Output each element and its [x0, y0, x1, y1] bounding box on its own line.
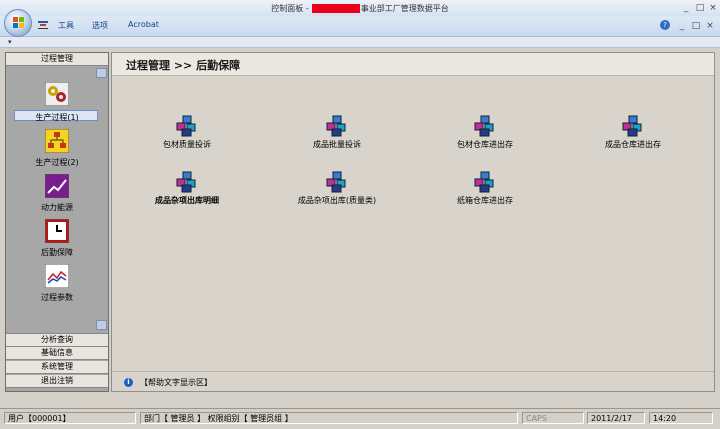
tile-label: 包材质量投诉: [163, 140, 211, 149]
tile-5[interactable]: 成品杂项出库(质量类): [282, 171, 392, 211]
maximize-button[interactable]: □: [694, 2, 706, 14]
nav-item-production-1[interactable]: 生产过程(1): [6, 112, 108, 123]
tile-2[interactable]: 包材仓库进出存: [430, 115, 540, 155]
customize-arrow-icon[interactable]: ▾: [8, 38, 12, 46]
gears-icon[interactable]: [44, 81, 70, 107]
info-icon: i: [124, 378, 133, 387]
main-panel: 过程管理 >> 后勤保障 包材质量投诉 成品批量投诉 包材仓库进出存 成品仓库进出存成…: [111, 52, 715, 392]
clock-icon[interactable]: [44, 218, 70, 244]
status-caps: CAPS: [522, 412, 584, 424]
tile-1[interactable]: 成品批量投诉: [282, 115, 392, 155]
tile-label: 成品批量投诉: [313, 140, 361, 149]
nav-section-basic-info[interactable]: 基础信息: [6, 347, 108, 360]
tile-label: 纸箱仓库进出存: [457, 196, 513, 205]
status-bar: 用户【000001】 部门【 管理员 】 权限组别【 管理员组 】 CAPS 2…: [0, 408, 720, 429]
tile-6[interactable]: 纸箱仓库进出存: [430, 171, 540, 211]
title-bar: 控制面板 - 事业部工厂管理数据平台 _ □ ×: [0, 0, 720, 17]
cubes-icon: [176, 171, 196, 193]
main-header: 过程管理 >> 后勤保障: [112, 53, 714, 76]
tile-label: 成品杂项出库(质量类): [297, 196, 377, 205]
status-time: 14:20: [649, 412, 713, 424]
ribbon-minimize-button[interactable]: _: [676, 20, 688, 32]
cubes-icon: [326, 171, 346, 193]
nav-item-energy[interactable]: 动力能源: [6, 202, 108, 213]
help-icon[interactable]: ?: [660, 20, 670, 30]
office-button[interactable]: [4, 9, 32, 37]
window-title-prefix: 控制面板 -: [271, 4, 309, 13]
help-text: 【帮助文字显示区】: [140, 378, 212, 387]
status-department: 部门【 管理员 】 权限组别【 管理员组 】: [140, 412, 518, 424]
nav-section-analysis[interactable]: 分析查询: [6, 333, 108, 347]
ribbon-restore-button[interactable]: □: [690, 20, 702, 32]
navigation-pane: 过程管理 生产过程(1) 生产过程(2) 动力能源 后勤保障 过程参数 分析查询…: [5, 52, 109, 392]
quick-access-icon[interactable]: [36, 18, 50, 32]
tile-4[interactable]: 成品杂项出库明细: [132, 171, 242, 211]
status-date: 2011/2/17: [587, 412, 645, 424]
office-logo-icon: [13, 17, 24, 28]
window-title: 控制面板 - 事业部工厂管理数据平台: [0, 3, 720, 14]
nav-section-logout[interactable]: 退出注销: [6, 375, 108, 388]
menu-tools[interactable]: 工具: [58, 20, 74, 31]
nav-header[interactable]: 过程管理: [6, 53, 108, 66]
breadcrumb: 过程管理 >> 后勤保障: [126, 59, 241, 72]
tile-label: 成品仓库进出存: [605, 140, 661, 149]
nav-item-production-2[interactable]: 生产过程(2): [6, 157, 108, 168]
cubes-icon: [326, 115, 346, 137]
tile-0[interactable]: 包材质量投诉: [132, 115, 242, 155]
ribbon-close-button[interactable]: ×: [704, 20, 716, 32]
menu-bar: 工具 选项 Acrobat ? _ □ ×: [0, 16, 720, 37]
cubes-icon: [622, 115, 642, 137]
status-user: 用户【000001】: [4, 412, 136, 424]
tile-3[interactable]: 成品仓库进出存: [578, 115, 688, 155]
close-button[interactable]: ×: [707, 2, 719, 14]
line-chart-icon[interactable]: [44, 263, 70, 289]
cubes-icon: [474, 171, 494, 193]
scroll-up-icon[interactable]: [96, 68, 107, 78]
scroll-down-icon[interactable]: [96, 320, 107, 330]
tile-label: 包材仓库进出存: [457, 140, 513, 149]
nav-item-logistics[interactable]: 后勤保障: [6, 247, 108, 258]
quick-access-toolbar: ▾: [0, 37, 720, 48]
window-title-suffix: 事业部工厂管理数据平台: [360, 4, 449, 13]
org-chart-icon[interactable]: [44, 128, 70, 154]
nav-section-system[interactable]: 系统管理: [6, 361, 108, 374]
minimize-button[interactable]: _: [680, 2, 692, 14]
cubes-icon: [474, 115, 494, 137]
help-bar: i 【帮助文字显示区】: [112, 371, 714, 392]
menu-acrobat[interactable]: Acrobat: [128, 20, 159, 29]
cubes-icon: [176, 115, 196, 137]
tile-label: 成品杂项出库明细: [155, 196, 219, 205]
title-redaction: [312, 4, 360, 13]
nav-item-process-params[interactable]: 过程参数: [6, 292, 108, 303]
trend-chart-icon[interactable]: [44, 173, 70, 199]
menu-options[interactable]: 选项: [92, 20, 108, 31]
